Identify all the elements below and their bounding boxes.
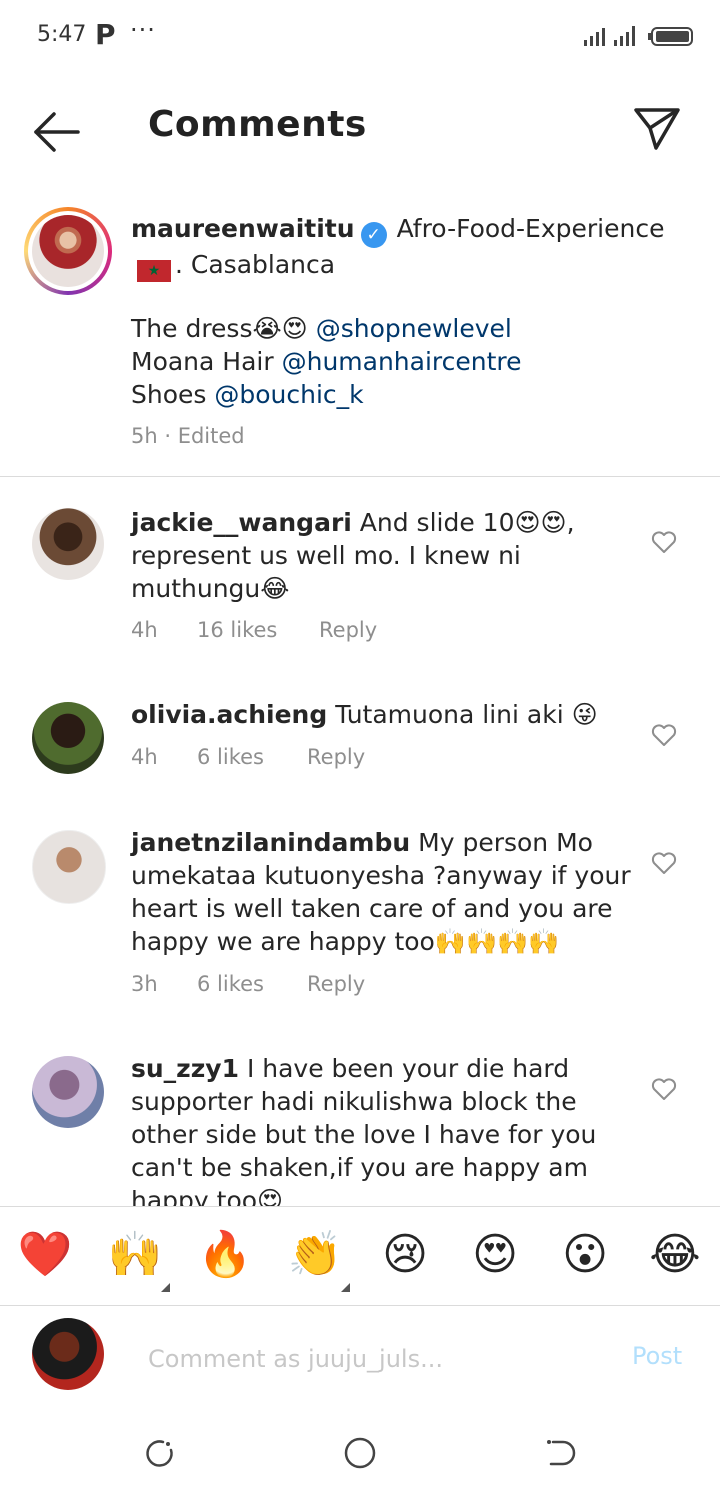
status-time: 5:47 bbox=[37, 22, 87, 47]
red-heart-emoji[interactable]: ❤️ bbox=[15, 1229, 75, 1281]
poster-username[interactable]: maureenwaititu bbox=[131, 214, 355, 243]
comment-meta: 4h 16 likes Reply bbox=[131, 618, 377, 642]
recent-apps-icon[interactable] bbox=[143, 1436, 177, 1470]
commenter-avatar[interactable] bbox=[32, 702, 104, 774]
comment-body: janetnzilanindambu My person Mo umekataa… bbox=[131, 826, 631, 958]
mention-link[interactable]: @humanhaircentre bbox=[282, 347, 522, 376]
caption-text: The dress😭😍 bbox=[131, 314, 316, 343]
emoji-quick-bar: ❤️ 🙌 🔥 👏 😢 😍 😮 😂 bbox=[0, 1206, 720, 1306]
skin-tone-indicator-icon bbox=[341, 1283, 350, 1292]
caption-text: Moana Hair bbox=[131, 347, 282, 376]
comment-meta: 4h 6 likes Reply bbox=[131, 745, 365, 769]
post-button[interactable]: Post bbox=[632, 1342, 682, 1370]
heart-eyes-emoji[interactable]: 😍 bbox=[465, 1229, 525, 1281]
direct-share-icon[interactable] bbox=[628, 102, 684, 154]
location-name[interactable]: Afro-Food-Experience bbox=[397, 214, 665, 243]
raising-hands-emoji[interactable]: 🙌 bbox=[105, 1229, 165, 1281]
comment-body: su_zzy1 I have been your die hard suppor… bbox=[131, 1052, 631, 1206]
poster-photo bbox=[32, 215, 104, 287]
comment-likes[interactable]: 16 likes bbox=[197, 618, 319, 642]
commenter-avatar[interactable] bbox=[32, 508, 104, 580]
reply-button[interactable]: Reply bbox=[319, 618, 377, 642]
commenter-username[interactable]: janetnzilanindambu bbox=[131, 828, 410, 857]
comment-time: 4h bbox=[131, 745, 158, 769]
current-user-avatar bbox=[32, 1318, 104, 1390]
morocco-flag-icon: ★ bbox=[137, 260, 171, 282]
verified-badge-icon: ✓ bbox=[360, 222, 387, 248]
clapping-hands-emoji[interactable]: 👏 bbox=[285, 1229, 345, 1281]
comment-body: olivia.achieng Tutamuona lini aki 😜 bbox=[131, 698, 631, 731]
caption-text: Shoes bbox=[131, 380, 215, 409]
caption-header: maureenwaititu ✓ Afro-Food-Experience ★. C… bbox=[131, 212, 691, 282]
mention-link[interactable]: @bouchic_k bbox=[214, 380, 363, 409]
comment-time: 3h bbox=[131, 972, 158, 996]
signal-battery-icon bbox=[584, 26, 693, 46]
comment-body: jackie__wangari And slide 10😍😍, represen… bbox=[131, 506, 631, 605]
status-bar: 5:47 P ··· bbox=[0, 0, 720, 72]
poster-avatar[interactable] bbox=[24, 207, 112, 295]
reply-button[interactable]: Reply bbox=[307, 972, 365, 996]
reply-button[interactable]: Reply bbox=[307, 745, 365, 769]
page-title: Comments bbox=[148, 104, 367, 145]
divider bbox=[0, 476, 720, 477]
commenter-avatar[interactable] bbox=[32, 1056, 104, 1128]
back-nav-icon[interactable] bbox=[543, 1436, 577, 1470]
commenter-avatar[interactable] bbox=[32, 830, 106, 904]
location-city[interactable]: . Casablanca bbox=[175, 250, 335, 279]
skin-tone-indicator-icon bbox=[161, 1283, 170, 1292]
comment-text: Tutamuona lini aki 😜 bbox=[335, 700, 598, 729]
more-notifications-icon: ··· bbox=[130, 16, 156, 44]
mention-link[interactable]: @shopnewlevel bbox=[316, 314, 512, 343]
notification-app-icon: P bbox=[95, 18, 116, 51]
commenter-username[interactable]: olivia.achieng bbox=[131, 700, 327, 729]
tears-of-joy-emoji[interactable]: 😂 bbox=[645, 1229, 705, 1281]
comment-meta: 3h 6 likes Reply bbox=[131, 972, 365, 996]
like-heart-icon[interactable] bbox=[651, 723, 677, 747]
comment-clip: su_zzy1 I have been your die hard suppor… bbox=[131, 1052, 631, 1206]
like-heart-icon[interactable] bbox=[651, 530, 677, 554]
commenter-username[interactable]: su_zzy1 bbox=[131, 1054, 239, 1083]
caption-meta: 5h · Edited bbox=[131, 424, 245, 448]
comment-input[interactable] bbox=[146, 1338, 600, 1380]
commenter-username[interactable]: jackie__wangari bbox=[131, 508, 352, 537]
crying-face-emoji[interactable]: 😢 bbox=[375, 1229, 435, 1281]
fire-emoji[interactable]: 🔥 bbox=[195, 1229, 255, 1281]
comment-time: 4h bbox=[131, 618, 158, 642]
comment-likes[interactable]: 6 likes bbox=[197, 972, 307, 996]
like-heart-icon[interactable] bbox=[651, 1077, 677, 1101]
comment-likes[interactable]: 6 likes bbox=[197, 745, 307, 769]
like-heart-icon[interactable] bbox=[651, 851, 677, 875]
back-arrow-icon[interactable] bbox=[30, 108, 82, 156]
home-icon[interactable] bbox=[343, 1436, 377, 1470]
surprised-face-emoji[interactable]: 😮 bbox=[555, 1229, 615, 1281]
caption-body: The dress😭😍 @shopnewlevel Moana Hair @hu… bbox=[131, 312, 691, 411]
